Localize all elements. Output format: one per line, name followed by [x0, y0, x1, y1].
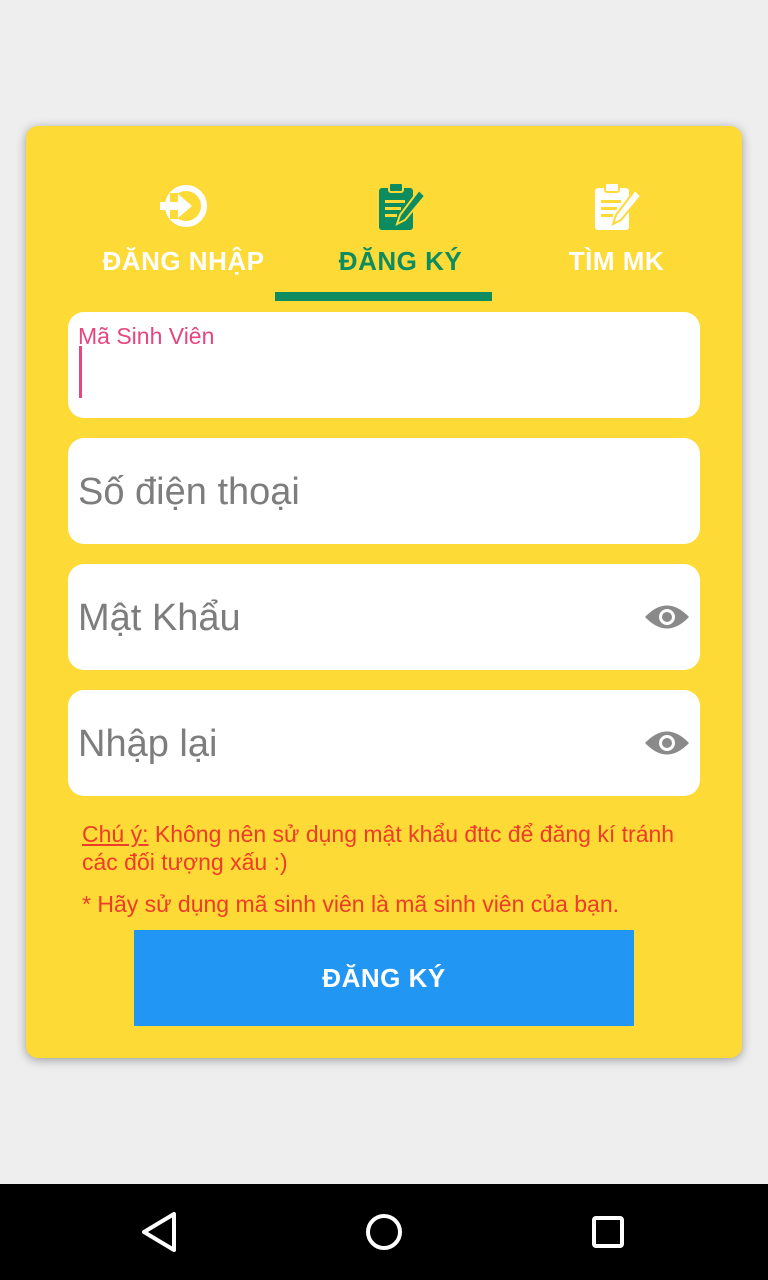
recents-icon[interactable] — [584, 1208, 632, 1256]
clipboard-edit-icon — [591, 180, 643, 232]
clipboard-edit-icon — [375, 180, 427, 232]
password-field[interactable] — [68, 564, 700, 670]
tab-login[interactable]: ĐĂNG NHẬP — [75, 176, 292, 302]
warning-note-text: Không nên sử dụng mật khẩu đttc để đăng … — [82, 821, 675, 875]
tab-login-label: ĐĂNG NHẬP — [102, 246, 265, 276]
eye-icon[interactable] — [644, 728, 690, 758]
warning-note: Chú ý: Không nên sử dụng mật khẩu đttc đ… — [82, 820, 682, 876]
tab-bar: ĐĂNG NHẬP ĐĂNG KÝ TÌM MK — [75, 176, 725, 302]
home-icon[interactable] — [360, 1208, 408, 1256]
tab-register[interactable]: ĐĂNG KÝ — [292, 176, 509, 302]
register-button[interactable]: ĐĂNG KÝ — [134, 930, 634, 1026]
register-card: ĐĂNG NHẬP ĐĂNG KÝ TÌM MK Mã Sinh Viên Số… — [26, 126, 742, 1058]
confirm-password-field[interactable] — [68, 690, 700, 796]
login-icon — [158, 180, 210, 232]
tab-forgot-label: TÌM MK — [568, 246, 665, 276]
password-input[interactable] — [78, 588, 638, 648]
phone-input[interactable] — [78, 462, 638, 522]
student-id-hint: * Hãy sử dụng mã sinh viên là mã sinh vi… — [82, 891, 620, 917]
tab-forgot-password[interactable]: TÌM MK — [508, 176, 725, 302]
confirm-password-input[interactable] — [78, 714, 638, 774]
tab-register-label: ĐĂNG KÝ — [338, 246, 463, 276]
warning-note-prefix: Chú ý: — [82, 821, 149, 847]
student-id-input[interactable] — [78, 336, 638, 396]
phone-field[interactable] — [68, 438, 700, 544]
active-tab-indicator — [275, 292, 492, 301]
student-id-field[interactable]: Mã Sinh Viên — [68, 312, 700, 418]
back-icon[interactable] — [136, 1208, 184, 1256]
eye-icon[interactable] — [644, 602, 690, 632]
system-nav-bar — [0, 1184, 768, 1280]
